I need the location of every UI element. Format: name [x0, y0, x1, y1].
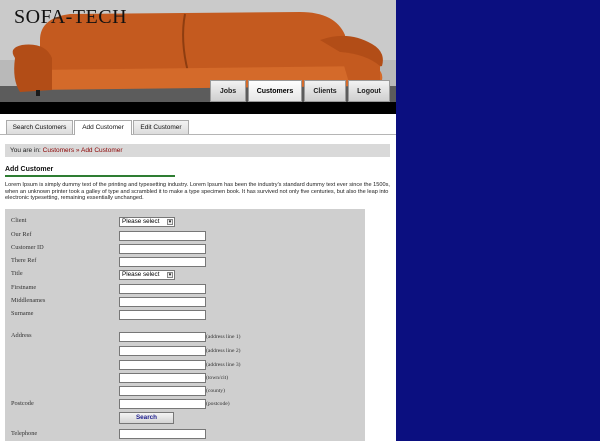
subtab-edit-customer[interactable]: Edit Customer [133, 120, 189, 134]
address-line1-input[interactable] [119, 332, 206, 342]
county-hint: (county) [206, 388, 225, 394]
surname-input[interactable] [119, 310, 206, 320]
town-hint: (town/cit) [206, 375, 229, 381]
client-select-value: Please select [122, 218, 160, 225]
chevron-down-icon: ▾ [167, 272, 173, 278]
section-title: Add Customer [5, 166, 175, 177]
nav-tab-customers[interactable]: Customers [248, 80, 302, 102]
search-button[interactable]: Search [119, 412, 174, 424]
subtab-bar: Search Customers Add Customer Edit Custo… [0, 114, 396, 135]
header-divider-bar [0, 102, 396, 114]
breadcrumb-prefix: You are in: [10, 147, 41, 154]
their-ref-label: There Ref [11, 257, 37, 264]
postcode-input[interactable] [119, 399, 206, 409]
our-ref-label: Our Ref [11, 231, 32, 238]
address-line3-input[interactable] [119, 360, 206, 370]
chevron-down-icon: ▾ [167, 219, 173, 225]
address-line3-hint: (address line 3) [206, 362, 241, 368]
telephone-input[interactable] [119, 429, 206, 439]
postcode-label: Postcode [11, 400, 34, 407]
customer-id-input[interactable] [119, 244, 206, 254]
add-customer-form: Client Please select ▾ Our Ref Customer … [5, 209, 365, 441]
breadcrumb: You are in: Customers » Add Customer [5, 144, 390, 157]
section-intro-text: Lorem Ipsum is simply dummy text of the … [5, 182, 390, 201]
nav-tab-clients[interactable]: Clients [304, 80, 346, 102]
middlenames-input[interactable] [119, 297, 206, 307]
breadcrumb-link-add-customer[interactable]: Add Customer [81, 147, 123, 154]
title-select[interactable]: Please select ▾ [119, 270, 175, 280]
firstname-input[interactable] [119, 284, 206, 294]
client-select[interactable]: Please select ▾ [119, 217, 175, 227]
subtab-add-customer[interactable]: Add Customer [74, 120, 132, 135]
town-input[interactable] [119, 373, 206, 383]
breadcrumb-separator: » [75, 147, 80, 154]
middlenames-label: Middlenames [11, 297, 46, 304]
address-line1-hint: (address line 1) [206, 334, 241, 340]
nav-tab-logout[interactable]: Logout [348, 80, 390, 102]
brand-title: SOFA-TECH [14, 6, 128, 28]
firstname-label: Firstname [11, 284, 37, 291]
title-select-value: Please select [122, 271, 160, 278]
title-label: Title [11, 270, 23, 277]
postcode-hint: (postcode) [206, 401, 230, 407]
nav-tab-jobs[interactable]: Jobs [210, 80, 246, 102]
page-content: SOFA-TECH Jobs Customers Clients Logout … [0, 0, 396, 441]
subtab-search-customers[interactable]: Search Customers [6, 120, 73, 134]
client-label: Client [11, 217, 27, 224]
telephone-label: Telephone [11, 430, 38, 437]
their-ref-input[interactable] [119, 257, 206, 267]
address-line2-input[interactable] [119, 346, 206, 356]
breadcrumb-link-customers[interactable]: Customers [43, 147, 74, 154]
address-line2-hint: (address line 2) [206, 348, 241, 354]
customer-id-label: Customer ID [11, 244, 44, 251]
county-input[interactable] [119, 386, 206, 396]
surname-label: Surname [11, 310, 34, 317]
address-label: Address [11, 332, 32, 339]
our-ref-input[interactable] [119, 231, 206, 241]
header-banner: SOFA-TECH Jobs Customers Clients Logout [0, 0, 396, 102]
